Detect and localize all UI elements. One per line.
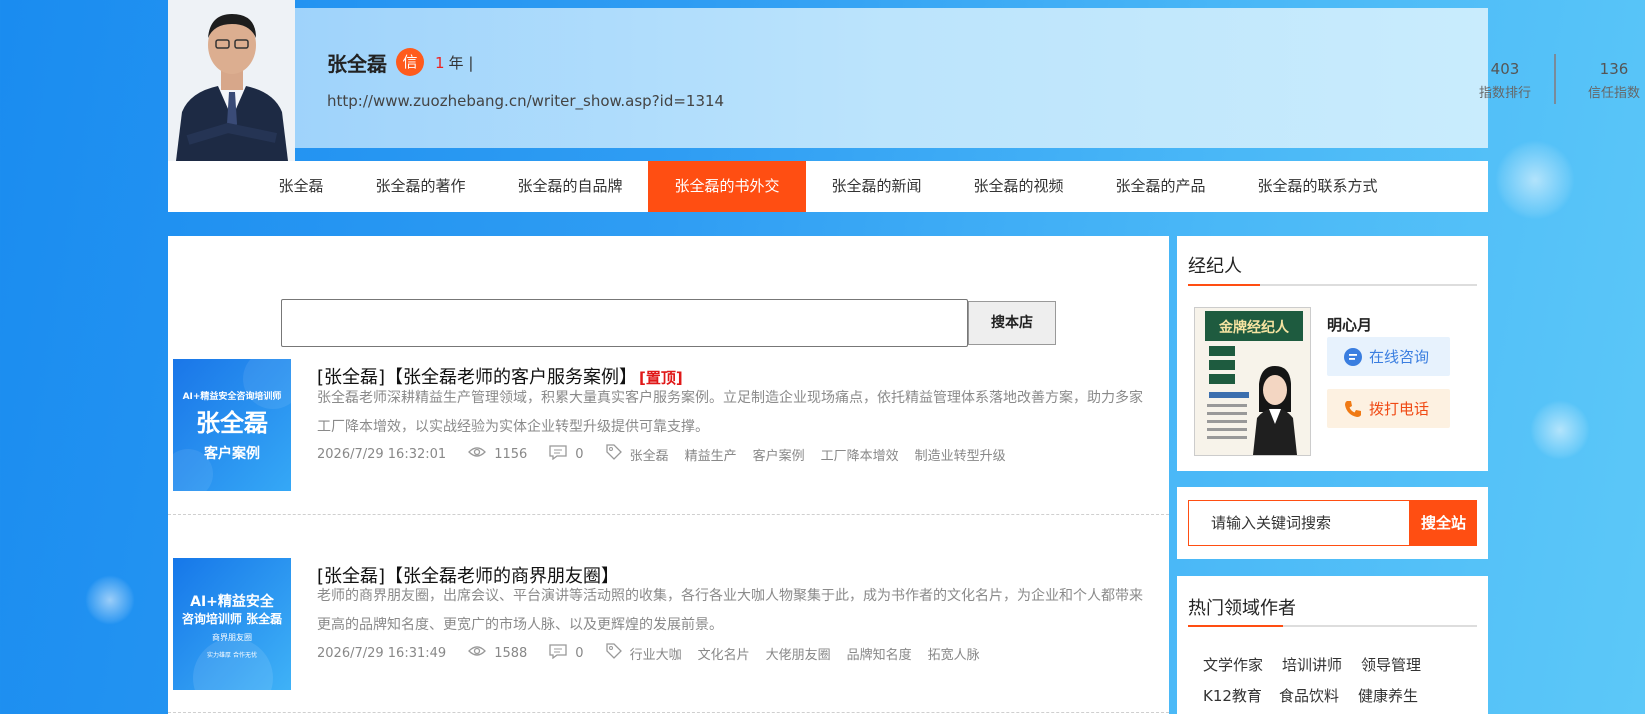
hot-authors-card: 热门领域作者 文学作家 培训讲师 领导管理 K12教育 食品饮料 健康养生	[1177, 576, 1488, 714]
years-number: 1	[435, 54, 445, 72]
article-date: 2026/7/29 16:31:49	[317, 645, 447, 661]
article-tag[interactable]: 品牌知名度	[847, 644, 912, 663]
main-nav: 张全磊 张全磊的著作 张全磊的自品牌 张全磊的书外交 张全磊的新闻 张全磊的视频…	[168, 161, 1488, 212]
nav-item-products[interactable]: 张全磊的产品	[1090, 161, 1232, 212]
stat-trust-value: 136	[1599, 60, 1629, 78]
article-tag[interactable]: 工厂降本增效	[821, 445, 899, 464]
article-meta: 2026/7/29 16:31:49 1588 0 行业大咖 文化名片 大佬朋友…	[317, 643, 996, 663]
call-phone-button[interactable]: 拨打电话	[1327, 389, 1450, 428]
article-views: 1156	[494, 446, 528, 462]
thumbnail-line1: AI+精益安全	[190, 594, 274, 610]
writer-header: 张全磊 信 1年 | http://www.zuozhebang.cn/writ…	[168, 0, 1640, 161]
article-tag[interactable]: 制造业转型升级	[915, 445, 1006, 464]
stat-trust-label: 信任指数	[1587, 86, 1640, 101]
years-suffix: 年 |	[448, 54, 474, 72]
chat-icon	[1343, 347, 1363, 367]
hot-tag-health[interactable]: 健康养生	[1358, 685, 1418, 706]
stat-rank-label: 指数排行	[1478, 86, 1531, 101]
hot-tag-literature[interactable]: 文学作家	[1203, 654, 1263, 675]
writer-years: 1年 |	[435, 52, 473, 73]
nav-item-home[interactable]: 张全磊	[252, 161, 349, 212]
thumbnail-line2: 张全磊	[196, 409, 268, 437]
article-meta: 2026/7/29 16:32:01 1156 0 张全磊 精益生产 客户案例 …	[317, 444, 1022, 464]
hot-tag-food[interactable]: 食品饮料	[1279, 685, 1339, 706]
section-underline	[1188, 284, 1477, 286]
article-tag[interactable]: 文化名片	[698, 644, 750, 663]
article-tag[interactable]: 张全磊	[630, 445, 669, 464]
hot-tag-training[interactable]: 培训讲师	[1282, 654, 1342, 675]
article-views: 1588	[494, 645, 528, 661]
agent-card: 经纪人 金牌经纪人 明心月 在线咨询 拨打电话	[1177, 236, 1488, 471]
phone-icon	[1343, 399, 1363, 419]
article-divider	[168, 514, 1169, 515]
nav-item-contact[interactable]: 张全磊的联系方式	[1232, 161, 1404, 212]
agent-poster[interactable]: 金牌经纪人	[1194, 307, 1311, 456]
background-bubble	[85, 575, 135, 625]
article-thumbnail[interactable]: AI+精益安全 咨询培训师 张全磊 商界朋友圈 实力雄厚 合作无忧	[173, 558, 291, 690]
stat-rank: 403 指数排行	[1460, 60, 1550, 101]
article-comments: 0	[575, 446, 584, 462]
call-phone-label: 拨打电话	[1369, 400, 1430, 418]
article-tag[interactable]: 行业大咖	[630, 644, 682, 663]
agent-name: 明心月	[1327, 316, 1373, 334]
store-search-button[interactable]: 搜本店	[968, 301, 1056, 345]
article-tag[interactable]: 拓宽人脉	[928, 644, 980, 663]
comment-icon	[549, 643, 567, 663]
article-comments: 0	[575, 645, 584, 661]
nav-item-brand[interactable]: 张全磊的自品牌	[491, 161, 648, 212]
writer-name: 张全磊	[327, 52, 387, 76]
tag-icon	[605, 643, 622, 663]
site-search-card: 请输入关键词搜索 搜全站	[1177, 487, 1488, 559]
nav-item-videos[interactable]: 张全磊的视频	[948, 161, 1090, 212]
writer-info-card: 张全磊 信 1年 | http://www.zuozhebang.cn/writ…	[295, 8, 1640, 148]
store-search-input[interactable]	[281, 299, 968, 347]
site-search-input[interactable]: 请输入关键词搜索	[1188, 500, 1410, 546]
stat-trust: 136 信任指数	[1569, 60, 1645, 101]
eye-icon	[468, 446, 487, 462]
article-thumbnail[interactable]: AI+精益安全咨询培训师 张全磊 客户案例	[173, 359, 291, 491]
trust-badge: 信	[396, 48, 424, 76]
article-item: AI+精益安全咨询培训师 张全磊 客户案例 [张全磊]【张全磊老师的客户服务案例…	[168, 359, 1169, 514]
thumbnail-line3: 商界朋友圈	[212, 633, 252, 642]
agent-poster-title: 金牌经纪人	[1219, 320, 1289, 336]
thumbnail-line1: AI+精益安全咨询培训师	[182, 392, 282, 402]
tag-icon	[605, 444, 622, 464]
article-item: AI+精益安全 咨询培训师 张全磊 商界朋友圈 实力雄厚 合作无忧 [张全磊]【…	[168, 558, 1169, 708]
eye-icon	[468, 645, 487, 661]
online-consult-button[interactable]: 在线咨询	[1327, 337, 1450, 376]
article-tag[interactable]: 大佬朋友圈	[766, 644, 831, 663]
article-tag[interactable]: 客户案例	[753, 445, 805, 464]
stat-rank-value: 403	[1490, 60, 1520, 78]
nav-item-works[interactable]: 张全磊的著作	[349, 161, 491, 212]
nav-item-news[interactable]: 张全磊的新闻	[806, 161, 948, 212]
article-summary: 老师的商界朋友圈，出席会议、平台演讲等活动照的收集，各行各业大咖人物聚集于此，成…	[317, 588, 1143, 633]
hot-tag-k12[interactable]: K12教育	[1203, 685, 1262, 706]
article-date: 2026/7/29 16:32:01	[317, 446, 447, 462]
writer-avatar	[168, 0, 295, 161]
background-bubble	[1530, 400, 1590, 460]
comment-icon	[549, 444, 567, 464]
main-content: 搜本店 AI+精益安全咨询培训师 张全磊 客户案例 [张全磊]【张全磊老师的客户…	[168, 236, 1169, 714]
article-summary: 张全磊老师深耕精益生产管理领域，积累大量真实客户服务案例。立足制造企业现场痛点，…	[317, 390, 1143, 435]
section-underline	[1188, 625, 1477, 627]
nav-item-book-diplomacy[interactable]: 张全磊的书外交	[648, 161, 806, 212]
stat-divider	[1554, 54, 1556, 104]
hot-tag-leadership[interactable]: 领导管理	[1361, 654, 1421, 675]
article-divider	[168, 712, 1169, 713]
writer-url[interactable]: http://www.zuozhebang.cn/writer_show.asp…	[327, 92, 724, 110]
thumbnail-line3: 客户案例	[204, 446, 260, 462]
article-tag[interactable]: 精益生产	[685, 445, 737, 464]
online-consult-label: 在线咨询	[1369, 348, 1430, 366]
background-bubble	[1495, 140, 1575, 220]
thumbnail-line2: 咨询培训师 张全磊	[181, 612, 283, 626]
site-search-button[interactable]: 搜全站	[1410, 500, 1477, 546]
hot-authors-title: 热门领域作者	[1188, 598, 1296, 619]
thumbnail-line4: 实力雄厚 合作无忧	[207, 652, 257, 659]
agent-section-title: 经纪人	[1188, 256, 1242, 277]
